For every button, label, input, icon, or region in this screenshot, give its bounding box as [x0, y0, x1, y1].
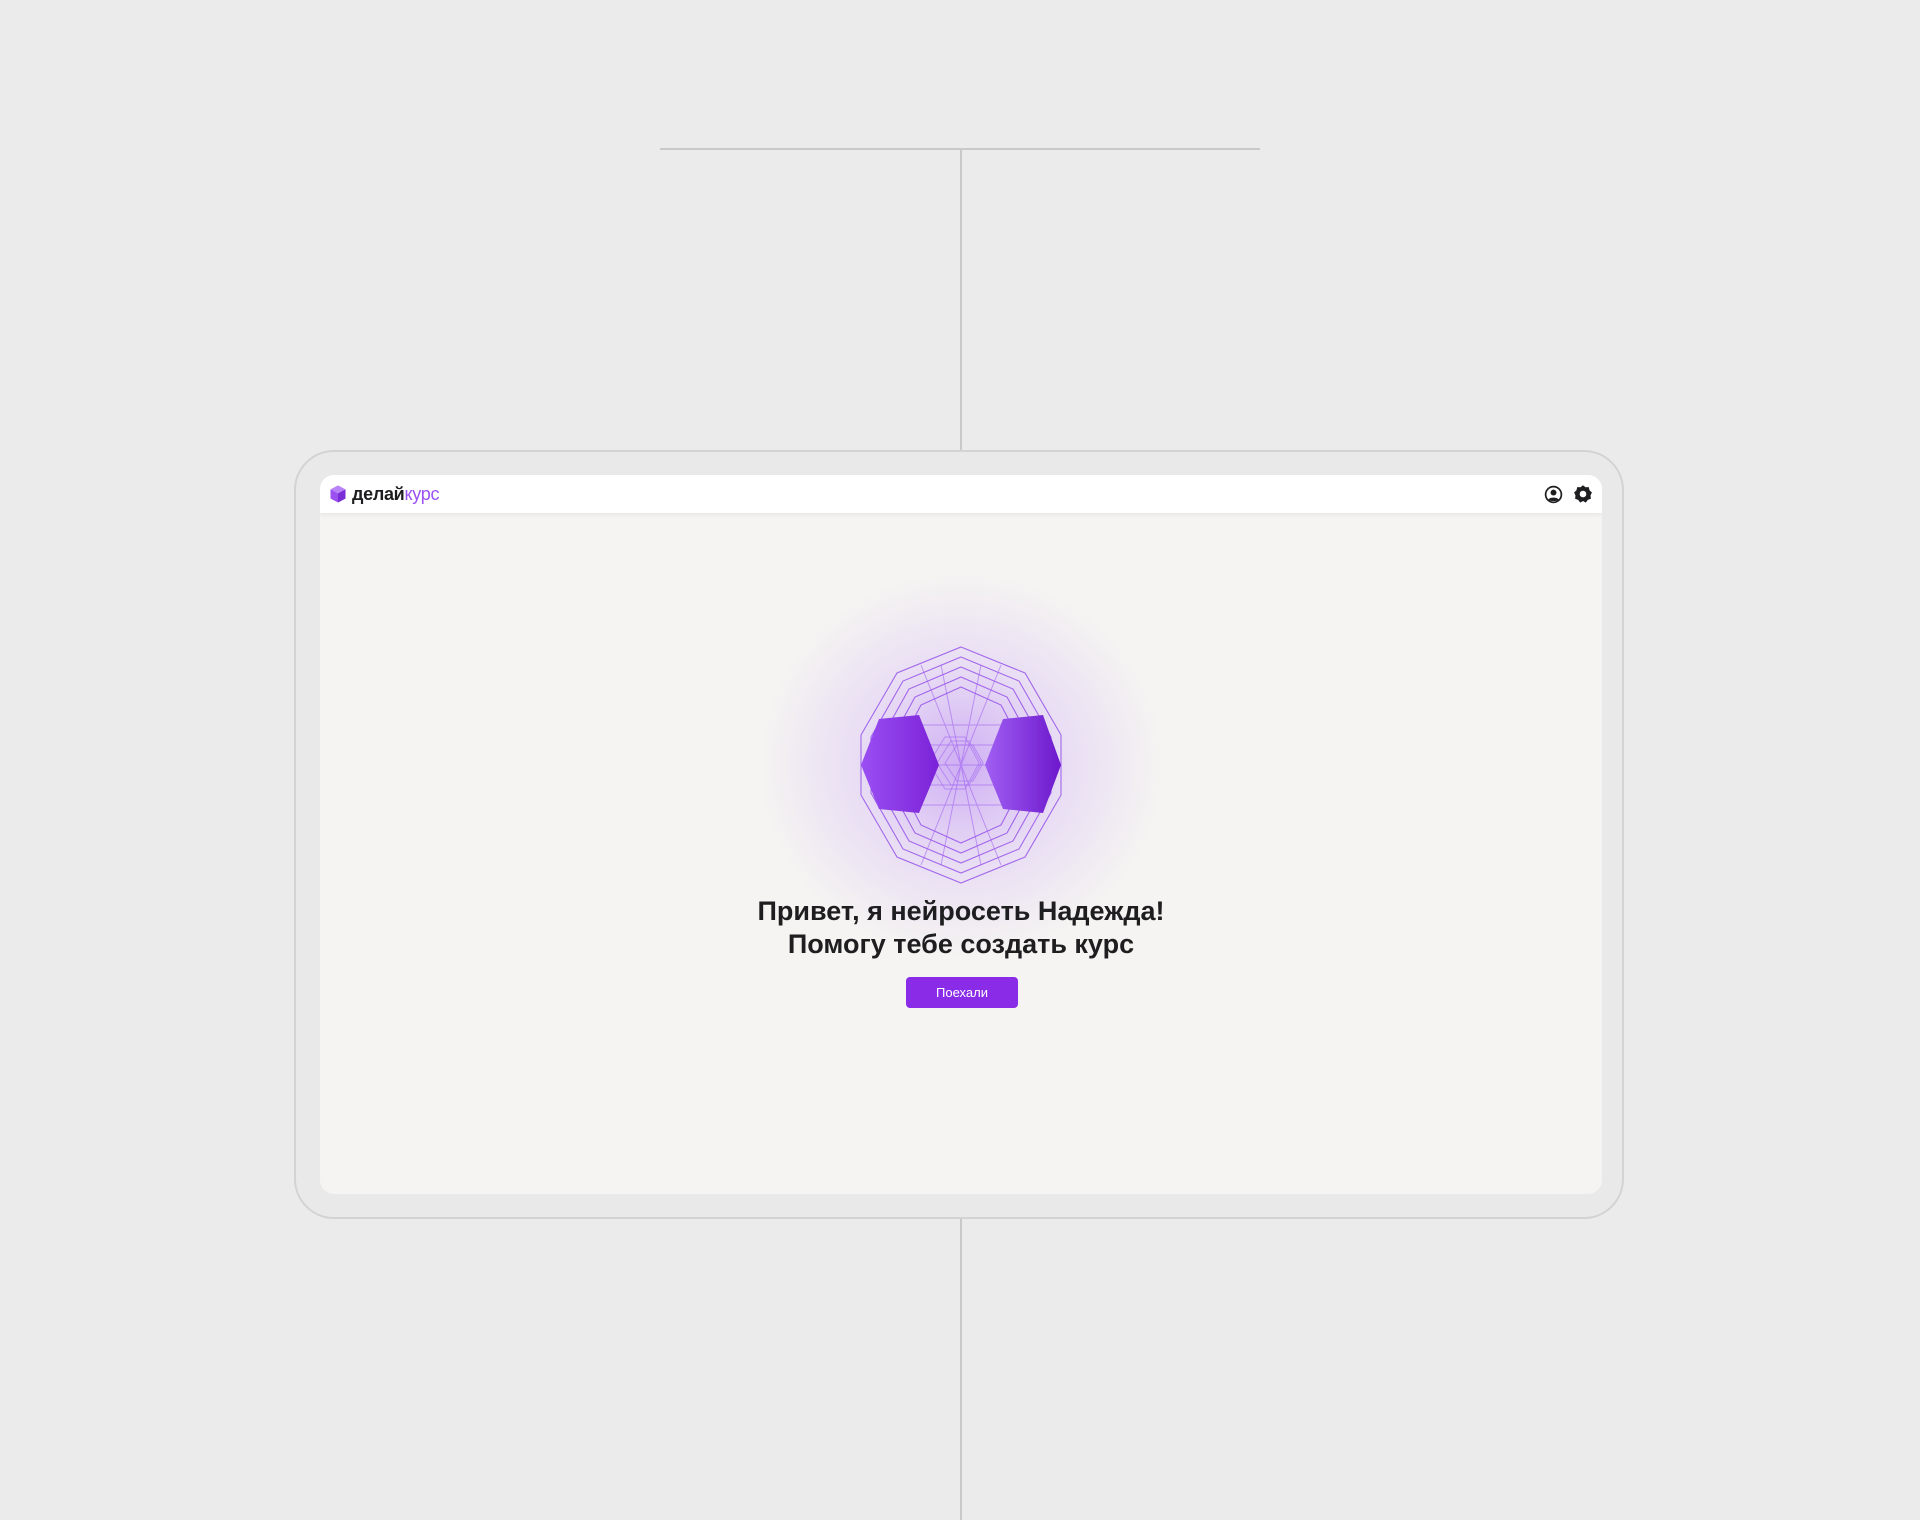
brand-name: делайкурс	[352, 485, 439, 503]
brand-name-part1: делай	[352, 484, 405, 504]
app-screen: делайкурс Привет, я нейросеть Надежда! П…	[320, 475, 1602, 1194]
brand-name-part2: курс	[404, 484, 440, 504]
guide-line-vertical-bottom	[960, 1219, 962, 1520]
greeting-line-2: Помогу тебе создать курс	[787, 929, 1135, 959]
greeting-line-1: Привет, я нейросеть Надежда!	[757, 896, 1165, 926]
brand-logo[interactable]: делайкурс	[328, 475, 439, 513]
user-account-icon[interactable]	[1542, 483, 1564, 505]
header-icons	[1542, 483, 1594, 505]
start-button[interactable]: Поехали	[906, 977, 1018, 1008]
tablet-frame: делайкурс Привет, я нейросеть Надежда! П…	[294, 450, 1624, 1219]
gear-icon[interactable]	[1572, 483, 1594, 505]
cube-icon	[330, 485, 346, 503]
hexagon-orb-icon	[860, 646, 1062, 884]
greeting-text: Привет, я нейросеть Надежда! Помогу тебе…	[320, 895, 1602, 961]
guide-line-vertical-top	[960, 149, 962, 450]
top-bar: делайкурс	[320, 475, 1602, 513]
